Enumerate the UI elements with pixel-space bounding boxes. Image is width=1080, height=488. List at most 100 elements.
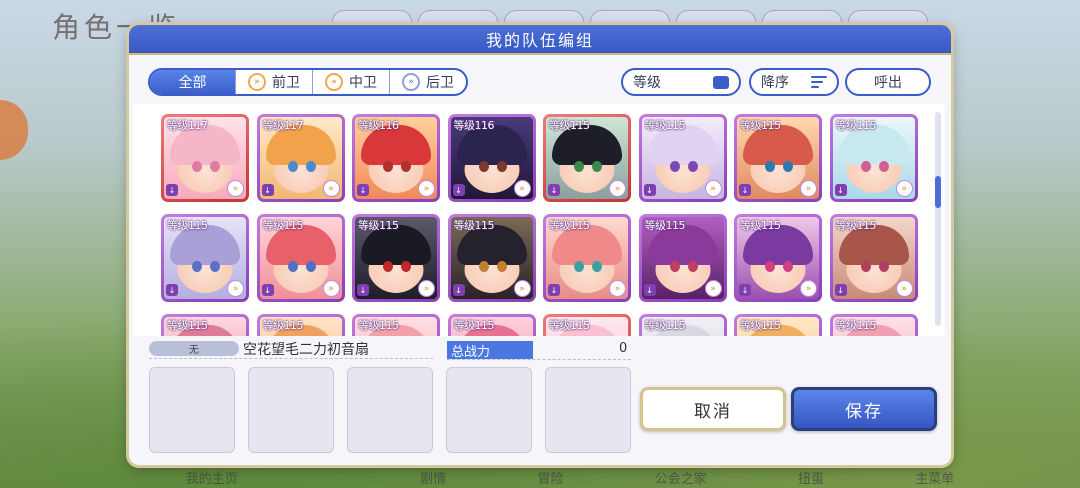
character-eye <box>574 261 584 272</box>
character-level: 等级115 <box>262 319 304 332</box>
character-eye <box>592 261 602 272</box>
sort-field-icon <box>713 75 729 89</box>
character-portrait: 等级115↓» <box>832 217 915 299</box>
background-nav-item: 我的主页 <box>185 471 238 487</box>
background-nav-item: 扭蛋 <box>798 471 825 487</box>
character-card[interactable]: 等级115↓» <box>447 214 536 302</box>
character-card[interactable]: 等级115↓» <box>543 114 631 202</box>
character-card[interactable]: 等级115↓» <box>734 214 822 302</box>
team-formation-dialog: 我的队伍编组 全部 » 前卫 » 中卫 » 后卫 等级 降序 呼出 等级117 ↓… <box>129 25 951 465</box>
sort-field-button[interactable]: 等级 <box>621 68 741 96</box>
vanguard-icon: » <box>248 73 266 91</box>
rank-badge-icon: ↓ <box>166 184 178 196</box>
tab-rearguard-label: 后卫 <box>426 75 454 91</box>
character-card[interactable]: 等级115↓» <box>829 114 918 202</box>
position-icon: » <box>513 180 531 197</box>
character-card[interactable]: 等级115↓» <box>543 214 631 302</box>
rank-badge-icon: ↓ <box>166 284 178 296</box>
character-portrait: 等级117 ↓ » <box>164 117 246 199</box>
character-card[interactable]: 等级115↓» <box>638 314 727 336</box>
party-slot-1[interactable] <box>149 367 235 453</box>
scrollbar-thumb[interactable] <box>935 176 941 208</box>
character-card[interactable]: 等级117 ↓ » <box>256 114 345 202</box>
character-card[interactable]: 等级116 ↓ » <box>352 114 440 202</box>
character-eye <box>687 161 698 172</box>
character-card[interactable]: 等级115↓» <box>447 314 536 336</box>
total-power-value: 0 <box>619 341 628 356</box>
character-level: 等级115 <box>167 219 208 232</box>
character-level: 等级115 <box>167 319 208 332</box>
party-slot-2[interactable] <box>248 367 334 453</box>
tab-all[interactable]: 全部 <box>150 70 236 94</box>
position-icon: » <box>322 280 340 297</box>
position-icon: » <box>704 280 722 297</box>
character-portrait: 等级115↓» <box>832 117 915 199</box>
position-icon: » <box>418 280 435 297</box>
party-slot-3[interactable] <box>347 367 433 453</box>
character-card[interactable]: 等级115↓» <box>734 114 822 202</box>
cancel-button[interactable]: 取消 <box>640 387 786 431</box>
rank-badge-icon: ↓ <box>261 184 274 196</box>
save-button[interactable]: 保存 <box>791 387 937 431</box>
character-portrait: 等级115↓» <box>355 217 437 299</box>
party-tag: 无 <box>149 341 239 356</box>
call-button[interactable]: 呼出 <box>845 68 931 96</box>
position-icon: » <box>704 180 722 197</box>
background-nav-item: 冒险 <box>537 471 564 487</box>
character-portrait: 等级115↓» <box>737 217 819 299</box>
character-portrait: 等级115↓» <box>641 217 724 299</box>
tab-midguard[interactable]: » 中卫 <box>313 70 390 94</box>
position-icon: » <box>322 180 340 197</box>
character-card[interactable]: 等级115↓» <box>638 214 727 302</box>
character-card[interactable]: 等级115↓» <box>256 314 345 336</box>
character-portrait: 等级115↓» <box>164 217 246 299</box>
tab-rearguard[interactable]: » 后卫 <box>390 70 466 94</box>
character-card[interactable]: 等级115↓» <box>161 314 249 336</box>
background-nav-item: 主菜单 <box>915 471 955 487</box>
character-card[interactable]: 等级115↓» <box>352 214 440 302</box>
party-slot-5[interactable] <box>545 367 631 453</box>
character-card[interactable]: 等级115↓» <box>734 314 822 336</box>
character-portrait: 等级115↓» <box>641 317 724 336</box>
call-button-label: 呼出 <box>874 75 902 91</box>
character-card[interactable]: 等级115↓» <box>161 214 249 302</box>
character-eye <box>305 161 316 172</box>
character-level: 等级115 <box>549 319 590 332</box>
tab-vanguard[interactable]: » 前卫 <box>236 70 313 94</box>
rank-badge-icon: ↓ <box>357 184 369 196</box>
position-icon: » <box>609 180 626 197</box>
character-level: 等级115 <box>740 219 781 232</box>
position-icon: » <box>895 280 913 297</box>
tab-all-label: 全部 <box>178 75 207 91</box>
character-card[interactable]: 等级115↓» <box>829 214 918 302</box>
sort-order-button[interactable]: 降序 <box>749 68 839 96</box>
character-eye <box>496 261 507 272</box>
character-eye <box>783 261 793 272</box>
rank-badge-icon: ↓ <box>739 284 751 296</box>
character-card[interactable]: 等级115↓» <box>543 314 631 336</box>
character-card[interactable]: 等级115↓» <box>638 114 727 202</box>
character-list: 等级117 ↓» 等级117 ↓» 等级116 ↓» 等级116 ↓» 等级115 ↓» 等级115… <box>133 104 945 336</box>
character-list-scrollbar[interactable] <box>935 112 941 326</box>
dialog-title: 我的队伍编组 <box>129 25 951 55</box>
character-portrait: 等级115↓» <box>450 317 533 336</box>
character-level: 等级117 <box>167 119 208 132</box>
character-eye <box>383 161 393 172</box>
rank-badge-icon: ↓ <box>357 284 369 296</box>
character-card[interactable]: 等级116 ↓ » <box>447 114 536 202</box>
character-card[interactable]: 等级115↓» <box>352 314 440 336</box>
party-slot-4[interactable] <box>446 367 532 453</box>
character-card[interactable]: 等级117 ↓ » <box>161 114 249 202</box>
character-level: 等级115 <box>740 319 781 332</box>
character-eye <box>210 161 220 172</box>
character-eye <box>305 261 316 272</box>
party-divider <box>149 358 433 359</box>
sort-order-label: 降序 <box>761 75 789 91</box>
character-portrait: 等级115↓» <box>546 217 628 299</box>
character-card[interactable]: 等级115↓» <box>829 314 918 336</box>
character-portrait: 等级116 ↓ » <box>355 117 437 199</box>
character-eye <box>401 161 411 172</box>
background-nav-item: 公会之家 <box>654 471 707 487</box>
character-card[interactable]: 等级115↓» <box>256 214 345 302</box>
character-eye <box>478 161 489 172</box>
